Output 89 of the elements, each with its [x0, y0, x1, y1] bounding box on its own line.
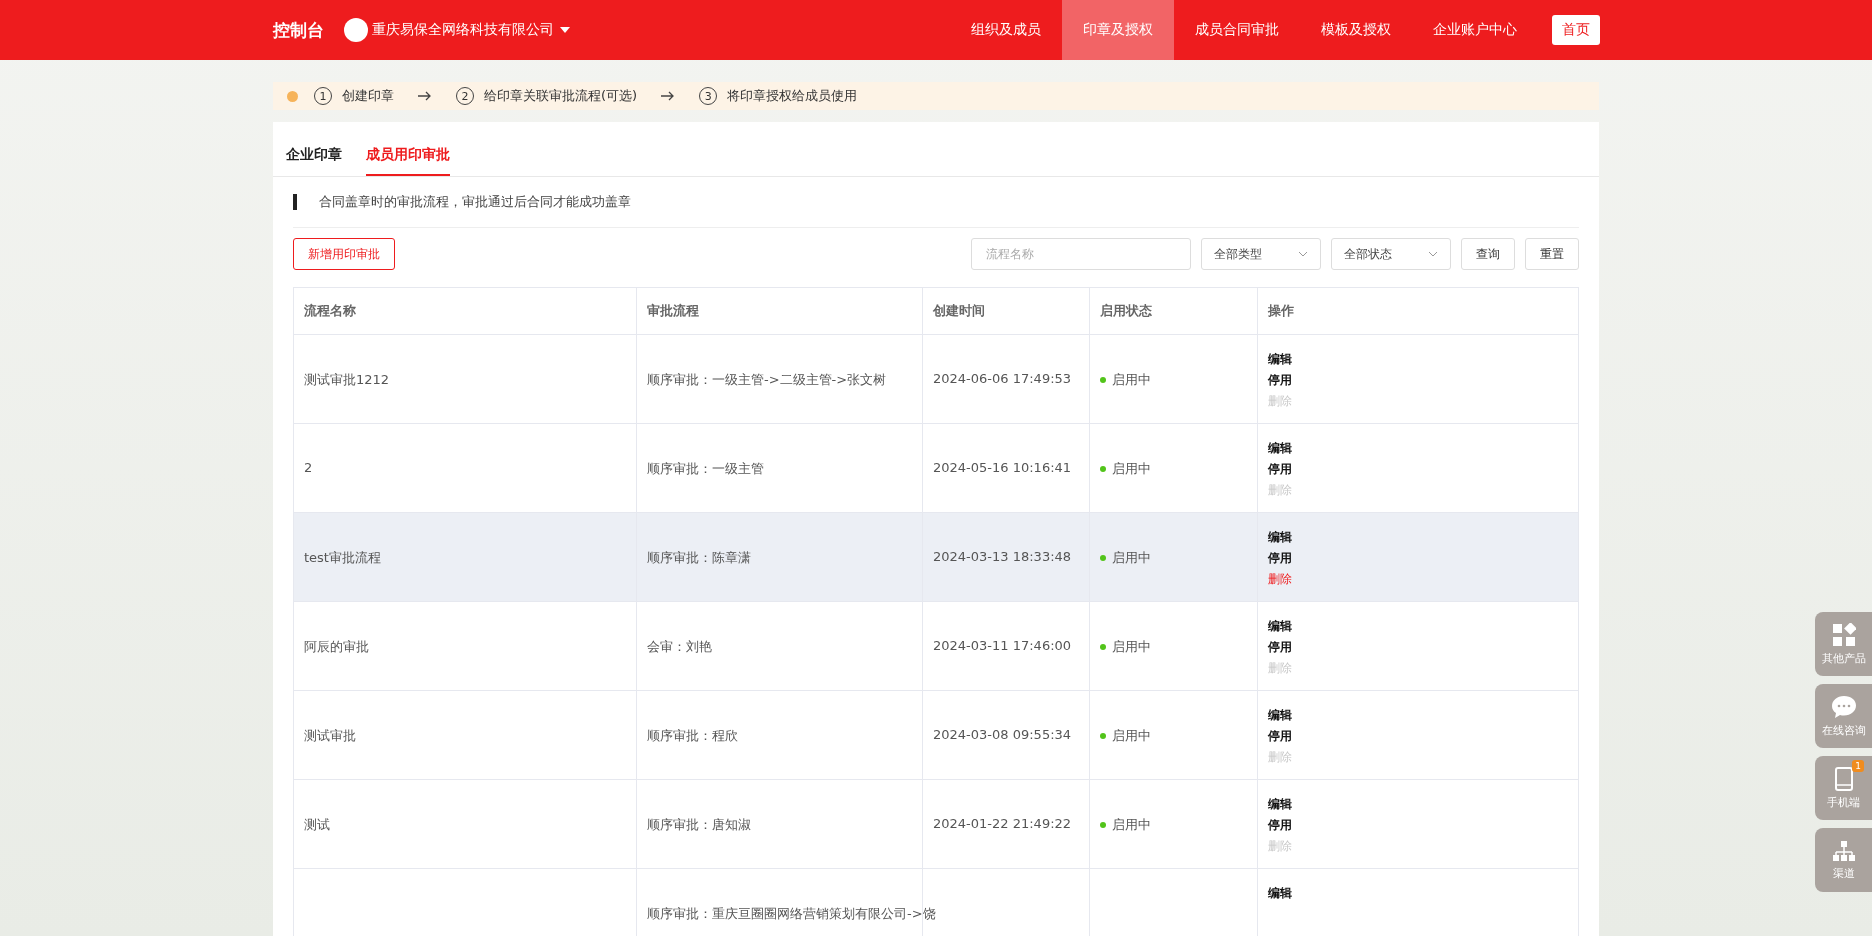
table-cell: 顺序审批：唐知淑: [647, 816, 751, 834]
company-name[interactable]: 重庆易保全网络科技有限公司: [372, 21, 554, 39]
status-dot: [1100, 466, 1106, 472]
table-cell: 顺序审批：一级主管->二级主管->张文树: [647, 371, 887, 389]
action-link[interactable]: 编辑: [1268, 351, 1568, 368]
side-tool-label: 渠道: [1832, 865, 1855, 881]
nav-item[interactable]: 模板及授权: [1300, 0, 1412, 60]
console-title: 控制台: [273, 18, 324, 42]
table-cell: 2: [304, 460, 313, 475]
chevron-down-icon: [1298, 251, 1308, 257]
table-cell: 2024-01-22 21:49:22: [933, 816, 1072, 831]
action-link[interactable]: 停用: [1268, 372, 1568, 389]
table-cell: 2024-05-16 10:16:41: [933, 460, 1072, 475]
accent-bar: [293, 194, 297, 210]
table-cell: 顺序审批：一级主管: [647, 460, 764, 478]
table-cell: 顺序审批：陈章潇: [647, 549, 751, 567]
step-label: 将印章授权给成员使用: [727, 87, 858, 105]
add-approval-button[interactable]: 新增用印审批: [293, 238, 395, 270]
action-link[interactable]: 停用: [1268, 639, 1568, 656]
side-tool[interactable]: 其他产品: [1815, 612, 1872, 676]
action-link[interactable]: 停用: [1268, 728, 1568, 745]
step-label: 创建印章: [342, 87, 394, 105]
action-link[interactable]: 停用: [1268, 550, 1568, 567]
table-cell: 2024-03-13 18:33:48: [933, 549, 1072, 564]
grid-icon: [1831, 622, 1856, 647]
table-cell: test审批流程: [304, 549, 381, 567]
action-link[interactable]: 编辑: [1268, 529, 1568, 546]
home-button[interactable]: 首页: [1552, 15, 1600, 45]
table-cell: 2024-03-08 09:55:34: [933, 727, 1072, 742]
table-cell: 2024-03-11 17:46:00: [933, 638, 1072, 653]
side-tool-label: 其他产品: [1821, 650, 1866, 666]
action-link[interactable]: 编辑: [1268, 618, 1568, 635]
count-badge: 1: [1852, 760, 1864, 772]
nav-item[interactable]: 成员合同审批: [1174, 0, 1300, 60]
status-text: 启用中: [1112, 460, 1151, 478]
table-cell: 顺序审批：程欣: [647, 727, 738, 745]
company-logo: [344, 18, 368, 42]
tab[interactable]: 企业印章: [286, 146, 342, 176]
status-text: 启用中: [1112, 371, 1151, 389]
status-dot: [1100, 733, 1106, 739]
nav-item[interactable]: 印章及授权: [1062, 0, 1174, 60]
side-tool[interactable]: 在线咨询: [1815, 684, 1872, 748]
action-link[interactable]: 停用: [1268, 817, 1568, 834]
chat-icon: [1830, 694, 1857, 719]
status-dot: [1100, 822, 1106, 828]
status-dot: [1100, 555, 1106, 561]
chevron-down-icon: [1428, 251, 1438, 257]
action-link[interactable]: 删除: [1268, 571, 1568, 588]
tablet-icon: [1833, 766, 1854, 791]
table-cell: 会审：刘艳: [647, 638, 712, 656]
nav-item[interactable]: 企业账户中心: [1412, 0, 1538, 60]
warning-icon: [287, 90, 298, 102]
notice-text: 合同盖章时的审批流程，审批通过后合同才能成功盖章: [319, 193, 631, 211]
side-tool[interactable]: 渠道: [1815, 828, 1872, 892]
arrow-icon: [661, 91, 676, 101]
status-select[interactable]: 全部状态: [1331, 238, 1451, 270]
step-label: 给印章关联审批流程(可选): [484, 87, 638, 105]
select-value: 全部状态: [1344, 245, 1392, 263]
table-cell: 顺序审批：重庆亘圈圈网络营销策划有限公司->饶: [647, 905, 936, 923]
action-link[interactable]: 编辑: [1268, 796, 1568, 813]
side-tool-label: 在线咨询: [1821, 722, 1866, 738]
action-link[interactable]: 编辑: [1268, 885, 1568, 902]
type-select[interactable]: 全部类型: [1201, 238, 1321, 270]
network-icon: [1831, 839, 1856, 862]
side-tool-label: 手机端: [1827, 794, 1860, 810]
status-text: 启用中: [1112, 816, 1151, 834]
table-cell: 测试审批: [304, 727, 356, 745]
status-text: 启用中: [1112, 727, 1151, 745]
select-value: 全部类型: [1214, 245, 1262, 263]
column-header: 流程名称: [303, 302, 357, 320]
action-link[interactable]: 停用: [1268, 461, 1568, 478]
table-cell: 测试审批1212: [304, 371, 390, 389]
query-button[interactable]: 查询: [1461, 238, 1515, 270]
status-text: 启用中: [1112, 638, 1151, 656]
action-link[interactable]: 编辑: [1268, 707, 1568, 724]
status-text: 启用中: [1112, 549, 1151, 567]
status-dot: [1100, 644, 1106, 650]
nav-item[interactable]: 组织及成员: [950, 0, 1062, 60]
reset-button[interactable]: 重置: [1525, 238, 1579, 270]
status-dot: [1100, 377, 1106, 383]
arrow-icon: [418, 91, 432, 101]
tab[interactable]: 成员用印审批: [366, 146, 450, 176]
search-field[interactable]: 流程名称: [971, 238, 1191, 270]
side-tool[interactable]: 手机端 1: [1815, 756, 1872, 820]
table-cell: 阿辰的审批: [304, 638, 369, 656]
table-cell: 2024-06-06 17:49:53: [933, 371, 1072, 386]
action-link[interactable]: 编辑: [1268, 440, 1568, 457]
table-cell: 测试: [304, 816, 330, 834]
caret-icon[interactable]: [560, 27, 570, 33]
